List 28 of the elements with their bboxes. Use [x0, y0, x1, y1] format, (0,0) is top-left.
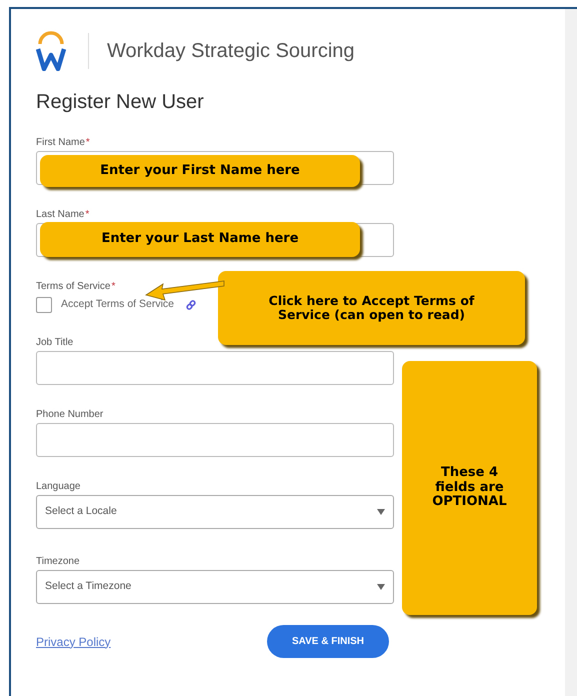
app-title: Workday Strategic Sourcing — [107, 39, 355, 64]
caret-icon — [377, 584, 385, 590]
field-label: Last Name — [36, 209, 84, 220]
page-title: Register New User — [36, 90, 205, 115]
logo-icon — [36, 31, 66, 71]
field-label: First Name — [36, 137, 85, 148]
field-label: Language — [36, 481, 80, 492]
input-field[interactable] — [36, 423, 394, 457]
hint-tooltip: Enter your First Name here — [40, 155, 360, 187]
field-label: Phone Number — [36, 409, 104, 420]
checkbox[interactable] — [36, 297, 52, 313]
required-mark: * — [111, 281, 116, 292]
hint-tooltip: These 4 fields are OPTIONAL — [402, 361, 537, 615]
hint-tooltip: Enter your Last Name here — [40, 222, 360, 257]
field-label: Timezone — [36, 556, 80, 567]
required-mark: * — [85, 209, 90, 220]
checkbox-label: Accept Terms of Service — [61, 297, 174, 312]
field-label: Job Title — [36, 337, 74, 348]
select-field[interactable]: Select a Locale — [36, 495, 394, 529]
select-field[interactable]: Select a Timezone — [36, 570, 394, 604]
privacy-link[interactable]: Privacy Policy — [36, 632, 111, 650]
link-icon[interactable] — [186, 300, 196, 310]
hint-tooltip: Click here to Accept Terms of Service (can open to read) — [218, 271, 525, 345]
caret-icon — [377, 509, 385, 515]
input-field[interactable] — [36, 351, 394, 385]
required-mark: * — [86, 137, 90, 148]
field-label: Terms of Service — [36, 281, 110, 292]
save-button[interactable]: SAVE & FINISH — [267, 625, 389, 658]
